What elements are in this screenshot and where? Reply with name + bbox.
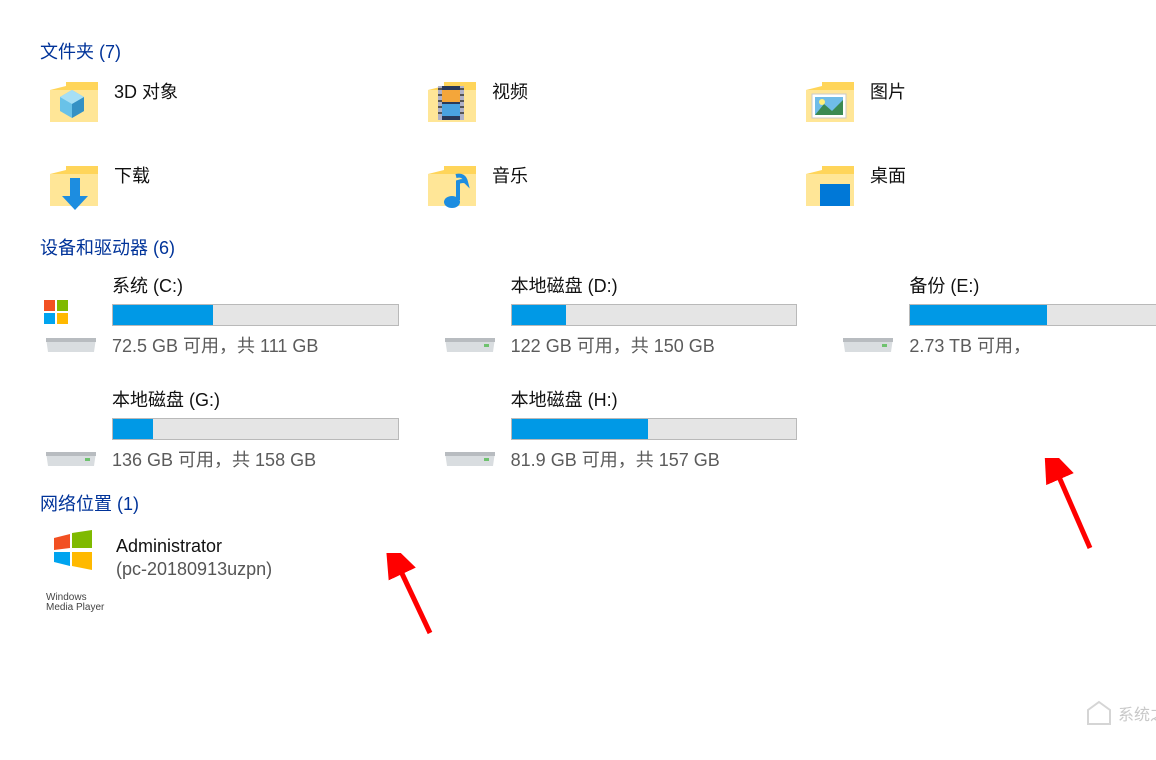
folder-pictures[interactable]: 图片 bbox=[802, 76, 1140, 132]
drive-name: 本地磁盘 (G:) bbox=[112, 386, 399, 412]
folder-videos[interactable]: 视频 bbox=[424, 76, 762, 132]
drives-section-header: 设备和驱动器 (6) bbox=[40, 234, 1156, 260]
folder-pictures-icon bbox=[802, 76, 858, 132]
drive-d[interactable]: 本地磁盘 (D:) 122 GB 可用，共 150 GB bbox=[439, 272, 798, 358]
network-section-header: 网络位置 (1) bbox=[40, 490, 1156, 516]
drive-icon bbox=[439, 410, 501, 472]
network-host-label: (pc-20180913uzpn) bbox=[116, 559, 272, 580]
folder-downloads[interactable]: 下载 bbox=[46, 160, 384, 216]
drive-stats: 81.9 GB 可用，共 157 GB bbox=[511, 446, 798, 472]
drives-grid: 系统 (C:) 72.5 GB 可用，共 111 GB 本地磁盘 (D:) 12… bbox=[40, 272, 1156, 472]
folder-music[interactable]: 音乐 bbox=[424, 160, 762, 216]
wmp-caption: WindowsMedia Player bbox=[46, 593, 106, 613]
drive-capacity-bar bbox=[112, 304, 399, 326]
folder-3d-icon bbox=[46, 76, 102, 132]
drive-stats: 2.73 TB 可用， bbox=[909, 332, 1156, 358]
drive-capacity-bar bbox=[511, 304, 798, 326]
folder-label: 图片 bbox=[870, 76, 906, 104]
watermark: 系统之家 bbox=[1086, 700, 1156, 726]
drive-icon bbox=[439, 296, 501, 358]
drive-capacity-bar bbox=[112, 418, 399, 440]
folder-desktop[interactable]: 桌面 bbox=[802, 160, 1140, 216]
drive-name: 本地磁盘 (D:) bbox=[511, 272, 798, 298]
network-grid: WindowsMedia Player Administrator (pc-20… bbox=[40, 528, 1156, 588]
drive-capacity-bar bbox=[909, 304, 1156, 326]
drive-stats: 122 GB 可用，共 150 GB bbox=[511, 332, 798, 358]
folder-label: 视频 bbox=[492, 76, 528, 104]
folder-label: 下载 bbox=[114, 160, 150, 188]
network-user-label: Administrator bbox=[116, 536, 272, 557]
drive-stats: 72.5 GB 可用，共 111 GB bbox=[112, 332, 399, 358]
folder-label: 3D 对象 bbox=[114, 76, 178, 104]
folder-label: 桌面 bbox=[870, 160, 906, 188]
windows-drive-icon bbox=[40, 296, 102, 358]
folder-label: 音乐 bbox=[492, 160, 528, 188]
folder-downloads-icon bbox=[46, 160, 102, 216]
drive-name: 系统 (C:) bbox=[112, 272, 399, 298]
folder-desktop-icon bbox=[802, 160, 858, 216]
drive-c[interactable]: 系统 (C:) 72.5 GB 可用，共 111 GB bbox=[40, 272, 399, 358]
drive-e[interactable]: 备份 (E:) 2.73 TB 可用， bbox=[837, 272, 1156, 358]
drive-h[interactable]: 本地磁盘 (H:) 81.9 GB 可用，共 157 GB bbox=[439, 386, 798, 472]
wmp-icon: WindowsMedia Player bbox=[46, 528, 106, 588]
folders-grid: 3D 对象 视频 bbox=[40, 76, 1140, 216]
drive-icon bbox=[40, 410, 102, 472]
network-location-item[interactable]: WindowsMedia Player Administrator (pc-20… bbox=[46, 528, 272, 588]
folder-videos-icon bbox=[424, 76, 480, 132]
folders-section-header: 文件夹 (7) bbox=[40, 38, 1156, 64]
drive-g[interactable]: 本地磁盘 (G:) 136 GB 可用，共 158 GB bbox=[40, 386, 399, 472]
drive-capacity-bar bbox=[511, 418, 798, 440]
drive-icon bbox=[837, 296, 899, 358]
folder-3d-objects[interactable]: 3D 对象 bbox=[46, 76, 384, 132]
folder-music-icon bbox=[424, 160, 480, 216]
drive-name: 备份 (E:) bbox=[909, 272, 1156, 298]
drive-name: 本地磁盘 (H:) bbox=[511, 386, 798, 412]
drive-stats: 136 GB 可用，共 158 GB bbox=[112, 446, 399, 472]
